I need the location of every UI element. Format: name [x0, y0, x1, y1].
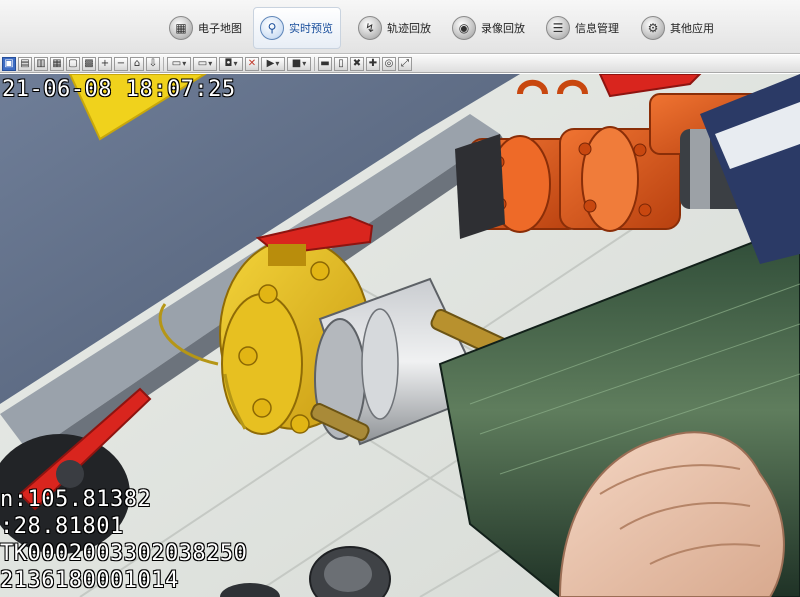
- magnifier-icon: ⚲: [260, 16, 284, 40]
- screen-icon[interactable]: ▢: [66, 56, 80, 71]
- nav-item-map[interactable]: ▦ 电子地图: [163, 7, 248, 49]
- nav-item-label: 其他应用: [670, 22, 714, 35]
- grid-icon[interactable]: ▦: [50, 56, 64, 71]
- nav-item-label: 轨迹回放: [387, 22, 431, 35]
- layout-icon[interactable]: ▥: [34, 56, 48, 71]
- nav-item-label: 实时预览: [289, 22, 333, 35]
- single-view-icon[interactable]: ▣: [2, 56, 16, 71]
- delete-icon[interactable]: ✖: [350, 56, 364, 71]
- other-apps-icon: ⚙: [641, 16, 665, 40]
- camera-dropdown-icon[interactable]: ◘: [219, 56, 243, 71]
- record-icon[interactable]: ✚: [366, 56, 380, 71]
- mute-icon[interactable]: ✕: [245, 56, 259, 71]
- osd-timestamp: 21-06-08 18:07:25: [2, 77, 236, 102]
- window-dropdown-icon[interactable]: ▭: [193, 56, 217, 71]
- zoom-out-icon[interactable]: −: [114, 56, 128, 71]
- download-icon[interactable]: ⇩: [146, 56, 160, 71]
- viewer-app: ▦ 电子地图 ⚲ 实时预览 ↯ 轨迹回放 ◉ 录像回放 ☰ 信息管理 ⚙ 其他应…: [0, 0, 800, 597]
- osd-device-id: TK0002003302038250: [0, 541, 248, 566]
- toolbar-divider: [163, 56, 164, 71]
- video-replay-icon: ◉: [452, 16, 476, 40]
- osd-latitude: :28.81801: [0, 514, 124, 539]
- live-video-view[interactable]: 21-06-08 18:07:25 n:105.81382 :28.81801 …: [0, 74, 800, 597]
- top-navigation: ▦ 电子地图 ⚲ 实时预览 ↯ 轨迹回放 ◉ 录像回放 ☰ 信息管理 ⚙ 其他应…: [0, 0, 800, 54]
- save-icon[interactable]: ▬: [318, 56, 332, 71]
- map-icon: ▦: [169, 16, 193, 40]
- nav-item-label: 电子地图: [198, 22, 242, 35]
- info-management-icon: ☰: [546, 16, 570, 40]
- fullscreen-icon[interactable]: ⤢: [398, 56, 412, 71]
- osd-longitude: n:105.81382: [0, 487, 152, 512]
- osd-channel-id: 2136180001014: [0, 568, 179, 593]
- zoom-in-icon[interactable]: +: [98, 56, 112, 71]
- nav-item-label: 信息管理: [575, 22, 619, 35]
- nav-item-other-apps[interactable]: ⚙ 其他应用: [635, 7, 720, 49]
- video-toolbar: ▣ ▤ ▥ ▦ ▢ ▩ + − ⌂ ⇩ ▭ ▭ ◘ ✕ ▶ ■ ▬ ▯ ✖ ✚ …: [0, 55, 800, 73]
- nav-item-video-playback[interactable]: ◉ 录像回放: [446, 7, 531, 49]
- file-icon[interactable]: ▯: [334, 56, 348, 71]
- full-grid-icon[interactable]: ▩: [82, 56, 96, 71]
- home-icon[interactable]: ⌂: [130, 56, 144, 71]
- nav-item-track-playback[interactable]: ↯ 轨迹回放: [352, 7, 437, 49]
- stop-dropdown-icon[interactable]: ■: [287, 56, 311, 71]
- capture-dropdown-icon[interactable]: ▭: [167, 56, 191, 71]
- nav-item-live-preview[interactable]: ⚲ 实时预览: [253, 7, 341, 49]
- track-icon: ↯: [358, 16, 382, 40]
- nav-item-info-management[interactable]: ☰ 信息管理: [540, 7, 625, 49]
- play-dropdown-icon[interactable]: ▶: [261, 56, 285, 71]
- multi-view-icon[interactable]: ▤: [18, 56, 32, 71]
- nav-item-label: 录像回放: [481, 22, 525, 35]
- tape-icon[interactable]: ◎: [382, 56, 396, 71]
- toolbar-divider: [314, 56, 315, 71]
